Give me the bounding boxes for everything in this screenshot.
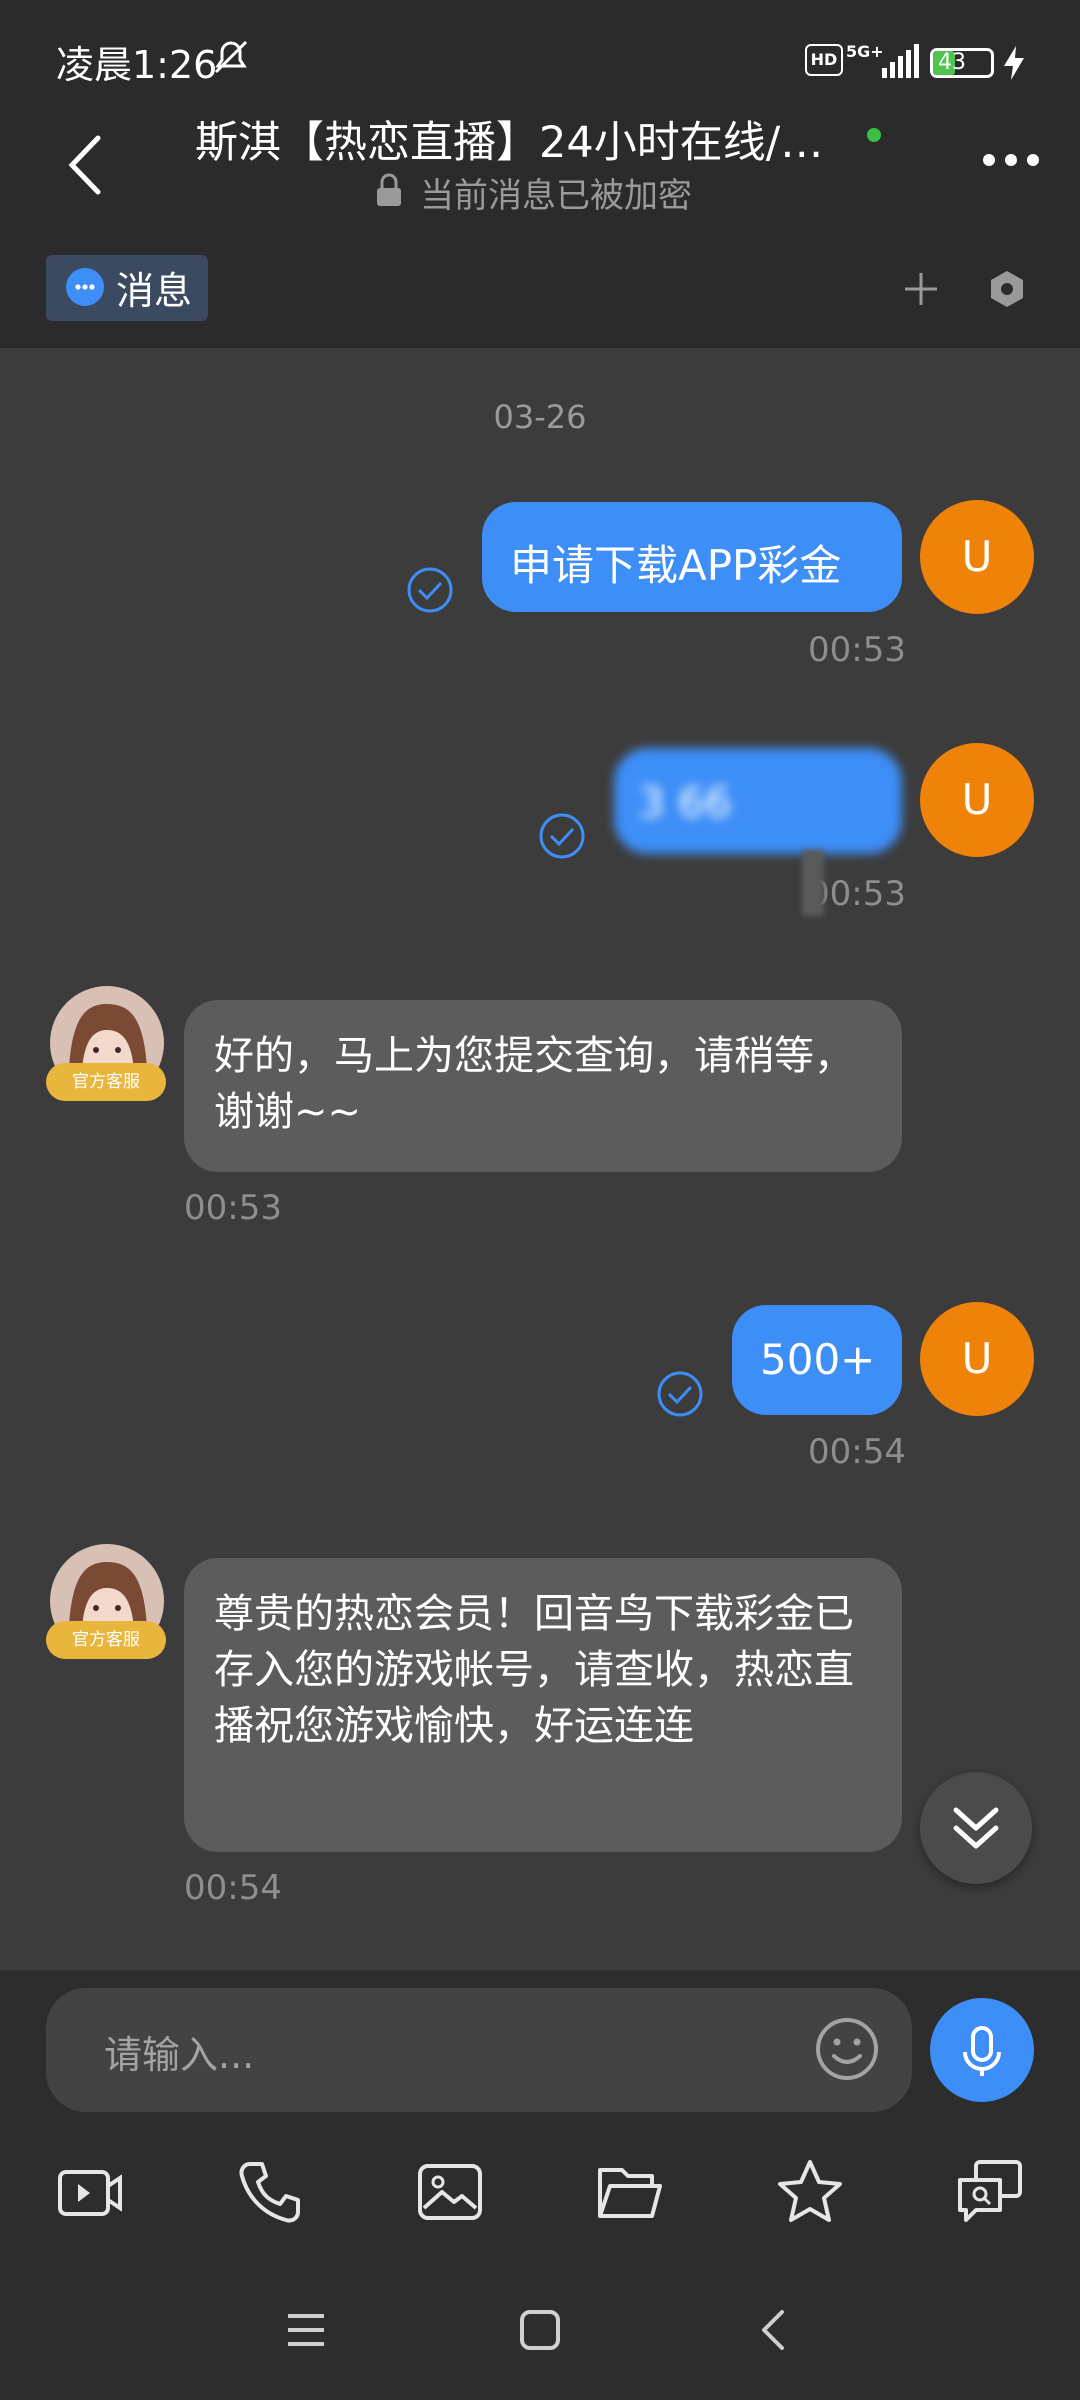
date-separator: 03-26: [493, 398, 587, 436]
outgoing-message[interactable]: 500+: [732, 1305, 902, 1415]
charging-icon: [1004, 46, 1024, 80]
chat-bubble-icon: [66, 268, 104, 306]
lock-icon: [377, 173, 401, 206]
online-status-dot: [867, 128, 881, 142]
encryption-notice: 当前消息已被加密: [420, 176, 692, 216]
message-timestamp: 00:53: [184, 1188, 282, 1228]
incoming-message[interactable]: 好的，马上为您提交查询，请稍等，谢谢~~: [184, 1000, 902, 1172]
phone-icon[interactable]: [236, 2158, 304, 2226]
incoming-message[interactable]: 尊贵的热恋会员！回音鸟下载彩金已存入您的游戏帐号，请查收，热恋直播祝您游戏愉快，…: [184, 1558, 902, 1852]
quick-reply-icon[interactable]: [956, 2158, 1024, 2226]
message-timestamp: 00:54: [808, 1432, 906, 1472]
home-icon[interactable]: [518, 2308, 562, 2352]
outgoing-message-redacted[interactable]: 3 66: [614, 748, 902, 854]
status-time: 凌晨1:26: [56, 43, 218, 87]
menu-icon[interactable]: [284, 2308, 328, 2352]
network-type: 5G+: [846, 42, 884, 61]
chat-title[interactable]: 斯淇【热恋直播】24小时在线/…: [195, 108, 865, 170]
back-icon[interactable]: [752, 2308, 796, 2352]
read-check-icon: [539, 813, 585, 859]
user-avatar[interactable]: U: [920, 743, 1034, 857]
read-check-icon: [657, 1371, 703, 1417]
official-service-badge: 官方客服: [46, 1621, 166, 1659]
redaction-blur: [802, 850, 824, 916]
read-check-icon: [407, 567, 453, 613]
back-arrow-icon[interactable]: [60, 130, 110, 200]
user-avatar[interactable]: U: [920, 500, 1034, 614]
message-input-placeholder: 请输入...: [104, 2033, 255, 2077]
message-timestamp: 00:53: [808, 630, 906, 670]
add-tab-icon[interactable]: [900, 268, 942, 310]
mute-icon: [214, 40, 248, 74]
tab-messages-label: 消息: [116, 269, 193, 313]
battery-level: 43: [938, 50, 966, 75]
official-service-badge: 官方客服: [46, 1063, 166, 1101]
image-icon[interactable]: [416, 2158, 484, 2226]
microphone-icon: [963, 2026, 1001, 2076]
scroll-to-bottom-button[interactable]: [920, 1772, 1032, 1884]
emoji-icon[interactable]: [814, 2016, 880, 2082]
star-icon[interactable]: [776, 2158, 844, 2226]
double-chevron-down-icon: [953, 1807, 999, 1849]
video-message-icon[interactable]: [56, 2158, 124, 2226]
user-avatar[interactable]: U: [920, 1302, 1034, 1416]
voice-input-button[interactable]: [930, 1998, 1034, 2102]
gear-icon[interactable]: [986, 268, 1028, 310]
outgoing-message[interactable]: 申请下载APP彩金: [482, 502, 902, 612]
more-options-icon[interactable]: [980, 145, 1042, 175]
hd-badge: HD: [805, 44, 843, 76]
signal-icon: [882, 44, 919, 78]
message-timestamp: 00:54: [184, 1868, 282, 1908]
folder-icon[interactable]: [596, 2158, 664, 2226]
